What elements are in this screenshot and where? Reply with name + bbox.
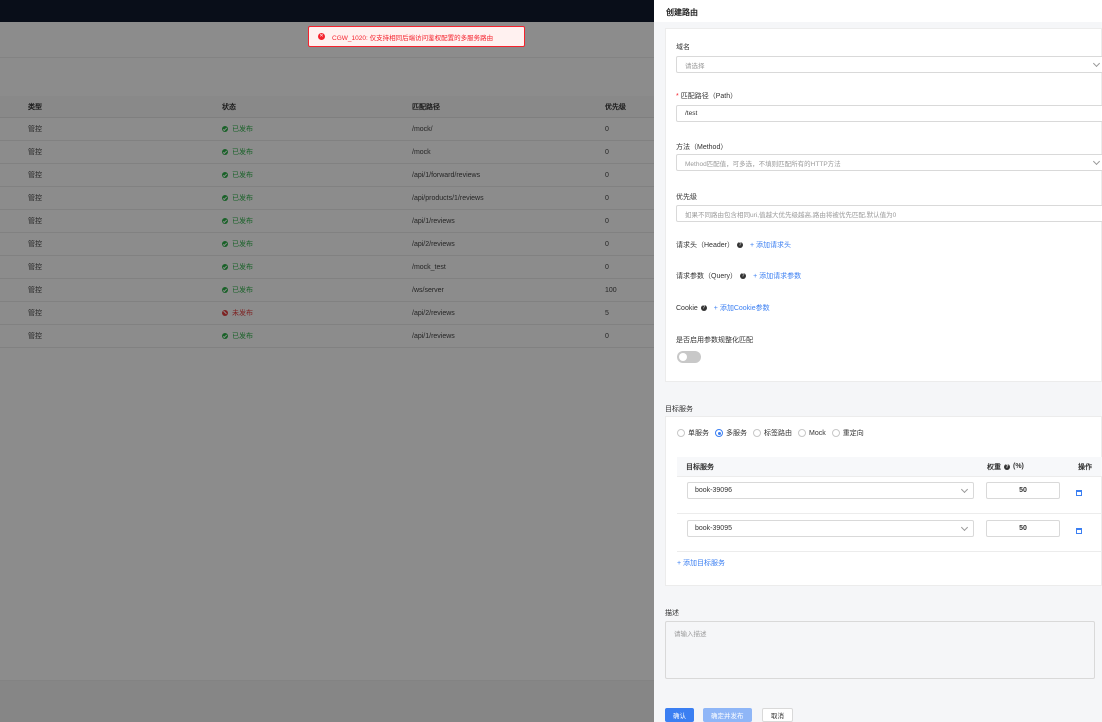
description-panel: 描述 请输入描述: [665, 600, 1102, 694]
modal-mask[interactable]: [0, 0, 654, 722]
service-select-2[interactable]: book-39095: [687, 520, 974, 537]
error-toast: ✕ CGW_1020: 仅支持相同后端访问鉴权配置的多服务路由: [308, 26, 525, 47]
col-weight: 权重? (%): [987, 463, 1024, 471]
radio-circle: [677, 429, 685, 437]
description-placeholder: 请输入描述: [674, 631, 707, 638]
radio-circle-checked: [715, 429, 723, 437]
question-icon[interactable]: ?: [1004, 463, 1010, 470]
priority-label: 优先级: [676, 194, 697, 201]
path-label: * 匹配路径（Path）: [676, 93, 738, 100]
create-route-drawer: 创建路由 域名 请选择 * 匹配路径（Path） /test 方法（Method）…: [654, 0, 1102, 722]
delete-icon[interactable]: [1076, 528, 1082, 534]
domain-select[interactable]: 请选择: [676, 56, 1102, 73]
target-service-panel: 单服务 多服务 标签路由 Mock 重定向 目标服务 权重? (%) 操作 boo…: [665, 416, 1102, 586]
radio-multi-service[interactable]: 多服务: [715, 428, 747, 438]
radio-tag-route[interactable]: 标签路由: [753, 428, 792, 438]
service-name: book-39095: [695, 525, 732, 532]
description-label: 描述: [665, 610, 679, 617]
error-icon: ✕: [318, 33, 325, 40]
domain-placeholder: 请选择: [685, 62, 705, 70]
chevron-down-icon: [1092, 59, 1101, 68]
path-input[interactable]: /test: [676, 105, 1102, 122]
service-table-header: 目标服务 权重? (%) 操作: [677, 457, 1102, 476]
row-divider: [677, 551, 1102, 552]
target-section-label: 目标服务: [665, 406, 693, 413]
col-action: 操作: [1078, 463, 1092, 471]
delete-icon[interactable]: [1076, 490, 1082, 496]
priority-input[interactable]: 如果不同路由包含相同uri,值越大优先级越高,路由将被优先匹配,默认值为0: [676, 205, 1102, 222]
normalize-label: 是否启用参数规整化匹配: [676, 337, 753, 344]
row-divider: [677, 476, 1102, 477]
target-type-radios: 单服务 多服务 标签路由 Mock 重定向: [677, 428, 870, 438]
col-target-service: 目标服务: [686, 463, 714, 471]
radio-circle: [798, 429, 806, 437]
weight-value: 50: [1019, 525, 1027, 532]
query-label: 请求参数（Query）: [676, 273, 738, 280]
question-icon[interactable]: ?: [700, 305, 707, 311]
toast-message: CGW_1020: 仅支持相同后端访问鉴权配置的多服务路由: [332, 34, 494, 42]
normalize-toggle[interactable]: [677, 351, 701, 363]
question-icon[interactable]: ?: [736, 242, 743, 248]
query-row: 请求参数（Query） ? + 添加请求参数: [676, 271, 801, 281]
cookie-label: Cookie: [676, 304, 698, 312]
add-cookie-link[interactable]: + 添加Cookie参数: [714, 303, 770, 313]
method-select[interactable]: Method匹配值，可多选，不填则匹配所有的HTTP方法: [676, 154, 1102, 171]
confirm-publish-button[interactable]: 确定并发布: [703, 708, 752, 722]
service-name: book-39096: [695, 487, 732, 494]
confirm-button[interactable]: 确认: [665, 708, 694, 722]
add-query-link[interactable]: + 添加请求参数: [753, 271, 801, 281]
radio-single-service[interactable]: 单服务: [677, 428, 709, 438]
radio-mock[interactable]: Mock: [798, 429, 826, 437]
question-icon[interactable]: ?: [740, 273, 747, 279]
drawer-title: 创建路由: [654, 0, 1102, 22]
route-match-panel: 域名 请选择 * 匹配路径（Path） /test 方法（Method） Meth…: [665, 28, 1102, 382]
cancel-button[interactable]: 取消: [762, 708, 793, 722]
domain-label: 域名: [676, 44, 690, 51]
chevron-down-icon: [960, 485, 969, 494]
weight-input-2[interactable]: 50: [986, 520, 1060, 537]
method-placeholder: Method匹配值，可多选，不填则匹配所有的HTTP方法: [685, 160, 841, 168]
add-target-service-link[interactable]: + 添加目标服务: [677, 558, 725, 568]
chevron-down-icon: [1092, 157, 1101, 166]
chevron-down-icon: [960, 523, 969, 532]
description-textarea[interactable]: 请输入描述: [665, 621, 1095, 679]
cookie-row: Cookie ? + 添加Cookie参数: [676, 303, 770, 313]
path-value: /test: [685, 110, 698, 117]
radio-redirect[interactable]: 重定向: [831, 428, 864, 438]
radio-circle: [753, 429, 761, 437]
header-label: 请求头（Header）: [676, 242, 734, 249]
weight-input-1[interactable]: 50: [986, 482, 1060, 499]
weight-value: 50: [1019, 487, 1027, 494]
service-select-1[interactable]: book-39096: [687, 482, 974, 499]
row-divider: [677, 513, 1102, 514]
header-row: 请求头（Header） ? + 添加请求头: [676, 240, 791, 250]
method-label: 方法（Method）: [676, 144, 728, 151]
add-header-link[interactable]: + 添加请求头: [750, 240, 791, 250]
app-root: 类型 状态 匹配路径 优先级 管控 已发布/mock/0 管控 已发布/mock 0 管控…: [0, 0, 1102, 722]
radio-circle: [831, 429, 840, 437]
priority-placeholder: 如果不同路由包含相同uri,值越大优先级越高,路由将被优先匹配,默认值为0: [685, 211, 897, 219]
